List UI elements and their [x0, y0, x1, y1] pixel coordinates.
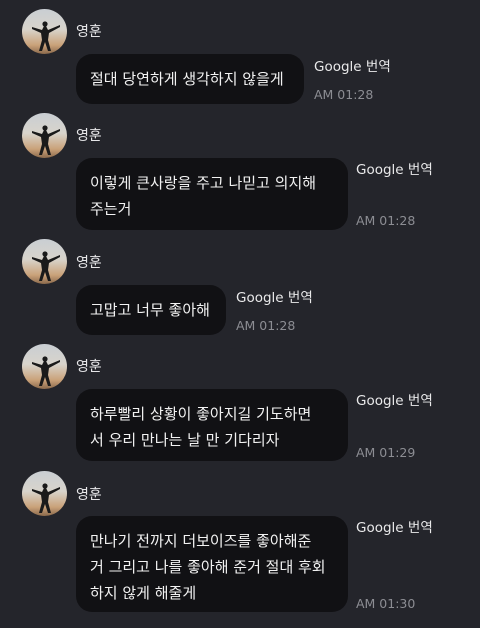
sender-name: 영훈	[76, 128, 102, 144]
google-translate-link[interactable]: Google 번역	[356, 393, 433, 409]
message-bubble[interactable]: 절대 당연하게 생각하지 않을게	[76, 54, 304, 104]
message-time: AM 01:28	[314, 87, 374, 102]
sender-name: 영훈	[76, 24, 102, 40]
message-bubble[interactable]: 만나기 전까지 더보이즈를 좋아해준 거 그리고 나를 좋아해 준거 절대 후회…	[76, 516, 348, 612]
avatar[interactable]	[22, 113, 67, 158]
google-translate-link[interactable]: Google 번역	[314, 59, 391, 75]
google-translate-link[interactable]: Google 번역	[236, 290, 313, 306]
sender-name: 영훈	[76, 359, 102, 375]
sender-name: 영훈	[76, 255, 102, 271]
message-bubble[interactable]: 하루빨리 상황이 좋아지길 기도하면 서 우리 만나는 날 만 기다리자	[76, 389, 348, 461]
message-bubble[interactable]: 고맙고 너무 좋아해	[76, 285, 226, 335]
avatar[interactable]	[22, 344, 67, 389]
message-bubble[interactable]: 이렇게 큰사랑을 주고 나믿고 의지해 주는거	[76, 158, 348, 230]
message-time: AM 01:29	[356, 445, 416, 460]
google-translate-link[interactable]: Google 번역	[356, 162, 433, 178]
person-silhouette-icon	[32, 251, 60, 281]
sender-name: 영훈	[76, 487, 102, 503]
message-time: AM 01:30	[356, 596, 416, 611]
message-time: AM 01:28	[356, 213, 416, 228]
avatar[interactable]	[22, 239, 67, 284]
person-silhouette-icon	[32, 125, 60, 155]
person-silhouette-icon	[32, 356, 60, 386]
message-time: AM 01:28	[236, 318, 296, 333]
person-silhouette-icon	[32, 21, 60, 51]
avatar[interactable]	[22, 9, 67, 54]
google-translate-link[interactable]: Google 번역	[356, 520, 433, 536]
avatar[interactable]	[22, 471, 67, 516]
chat-view: 영훈 절대 당연하게 생각하지 않을게 Google 번역 AM 01:28 영…	[0, 0, 480, 628]
person-silhouette-icon	[32, 483, 60, 513]
